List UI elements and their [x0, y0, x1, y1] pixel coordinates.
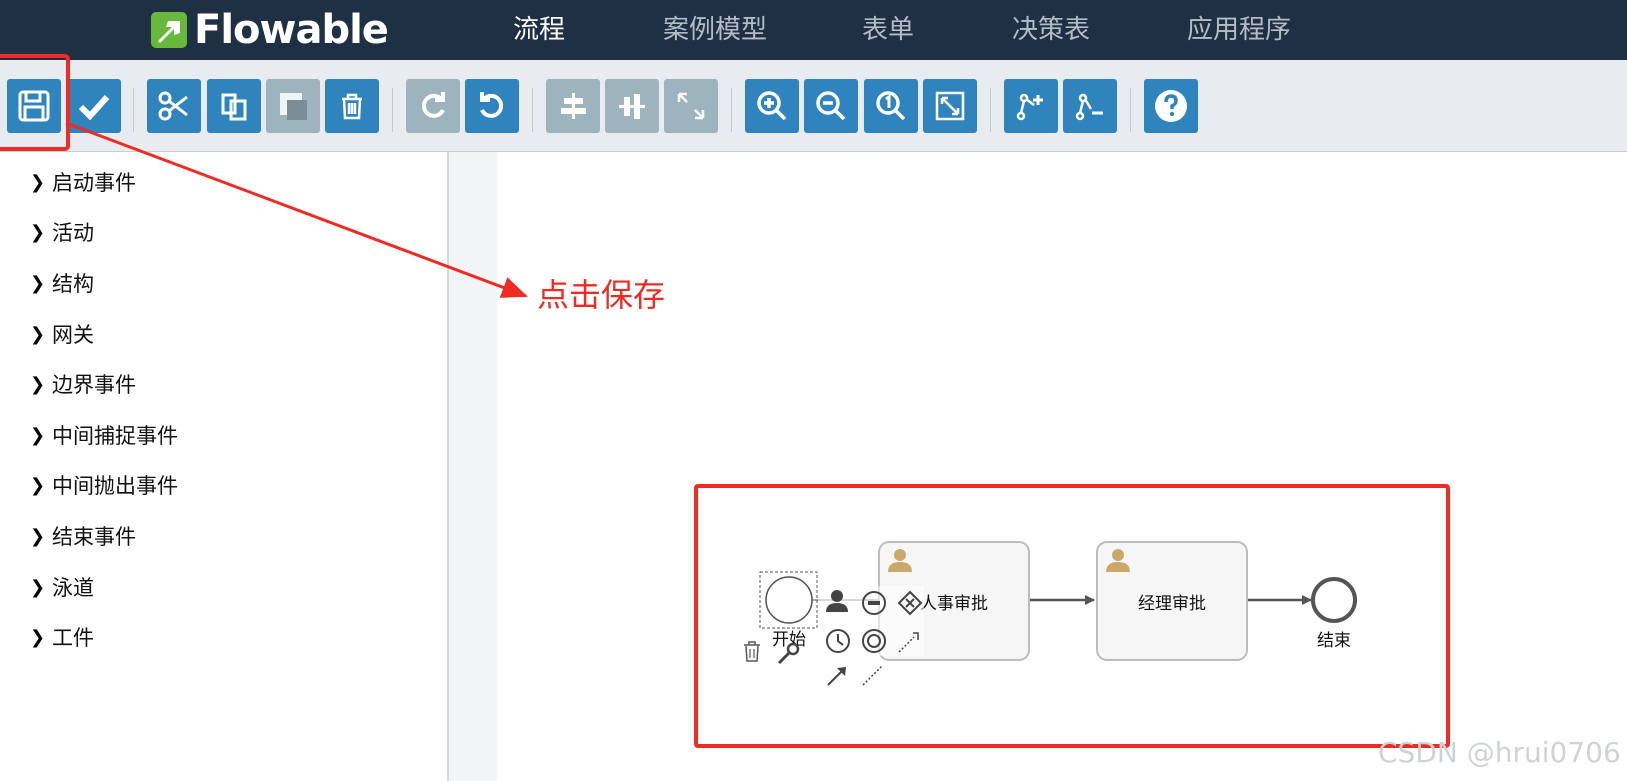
user-task-manager-approval[interactable]: 经理审批 — [1096, 541, 1248, 661]
palette-group-label: 中间捕捉事件 — [52, 424, 178, 448]
zoom-in-icon — [757, 91, 787, 121]
chevron-right-icon: ❯ — [30, 272, 46, 294]
flowable-logo[interactable]: Flowable — [150, 7, 389, 53]
nav-tab-case-model[interactable]: 案例模型 — [663, 14, 767, 46]
palette-group-label: 结束事件 — [52, 525, 136, 549]
chevron-right-icon: ❯ — [30, 171, 46, 193]
end-event-label: 结束 — [1317, 631, 1351, 651]
zoom-fit-icon — [935, 91, 965, 121]
zoom-in-button[interactable] — [745, 79, 799, 133]
flowable-logo-icon — [151, 12, 187, 48]
chevron-right-icon: ❯ — [30, 474, 46, 496]
diagram-canvas[interactable] — [497, 152, 1627, 781]
palette-group-start-events[interactable]: ❯ 启动事件 — [30, 168, 136, 196]
help-icon — [1155, 90, 1187, 122]
palette-group-end-events[interactable]: ❯ 结束事件 — [30, 522, 136, 550]
task-label: 人事审批 — [920, 593, 988, 614]
add-bendpoint-icon — [1016, 93, 1043, 121]
palette-group-label: 中间抛出事件 — [52, 474, 178, 498]
nav-tab-decision-table[interactable]: 决策表 — [1012, 14, 1090, 46]
align-horizontal-icon — [561, 93, 586, 119]
zoom-out-icon — [816, 91, 846, 121]
undo-icon — [480, 92, 504, 118]
paste-button[interactable] — [266, 79, 320, 133]
scissors-icon — [158, 91, 188, 121]
delete-button[interactable] — [325, 79, 379, 133]
same-size-button[interactable] — [664, 79, 718, 133]
copy-icon — [221, 93, 247, 121]
chevron-right-icon: ❯ — [30, 373, 46, 395]
zoom-actual-icon — [876, 91, 906, 121]
remove-bendpoint-icon — [1075, 93, 1103, 121]
palette-group-boundary-events[interactable]: ❯ 边界事件 — [30, 370, 136, 398]
redo-icon — [421, 92, 445, 118]
undo-button[interactable] — [465, 79, 519, 133]
watermark: CSDN @hrui0706 — [1378, 736, 1621, 769]
palette-group-label: 结构 — [52, 272, 94, 296]
toolbar-separator — [1130, 88, 1131, 132]
toolbar-separator — [133, 88, 134, 132]
chevron-right-icon: ❯ — [30, 525, 46, 547]
save-button[interactable] — [7, 79, 61, 133]
redo-button[interactable] — [406, 79, 460, 133]
toolbar-separator — [392, 88, 393, 132]
checkmark-icon — [78, 94, 110, 121]
chevron-right-icon: ❯ — [30, 323, 46, 345]
palette-group-label: 边界事件 — [52, 373, 136, 397]
align-vertical-icon — [619, 94, 645, 119]
help-button[interactable] — [1144, 79, 1198, 133]
toolbar-separator — [990, 88, 991, 132]
annotation-text: 点击保存 — [537, 276, 666, 314]
align-horizontal-button[interactable] — [546, 79, 600, 133]
nav-tab-apps[interactable]: 应用程序 — [1187, 14, 1291, 46]
palette-group-activities[interactable]: ❯ 活动 — [30, 218, 94, 246]
palette-group-gateways[interactable]: ❯ 网关 — [30, 320, 94, 348]
palette-group-intermediate-throw-events[interactable]: ❯ 中间抛出事件 — [30, 471, 178, 499]
palette-group-label: 网关 — [52, 323, 94, 347]
user-icon — [1106, 549, 1130, 572]
nav-tab-forms[interactable]: 表单 — [862, 14, 914, 46]
user-icon — [888, 549, 912, 572]
zoom-actual-size-button[interactable] — [864, 79, 918, 133]
palette-group-swimlanes[interactable]: ❯ 泳道 — [30, 573, 94, 601]
save-icon — [18, 90, 50, 122]
palette-group-artifacts[interactable]: ❯ 工件 — [30, 623, 94, 651]
toolbar-separator — [731, 88, 732, 132]
palette-group-label: 活动 — [52, 221, 94, 245]
paste-icon — [280, 93, 307, 120]
cut-button[interactable] — [147, 79, 201, 133]
align-vertical-button[interactable] — [605, 79, 659, 133]
shape-palette: ❯ 启动事件 ❯ 活动 ❯ 结构 ❯ 网关 ❯ 边界事件 ❯ 中间捕捉事件 ❯ … — [0, 152, 449, 781]
logo-text: Flowable — [194, 7, 389, 53]
chevron-right-icon: ❯ — [30, 424, 46, 446]
canvas-gutter — [449, 152, 497, 781]
toolbar-separator — [532, 88, 533, 132]
validate-button[interactable] — [67, 79, 121, 133]
chevron-right-icon: ❯ — [30, 626, 46, 648]
zoom-fit-button[interactable] — [923, 79, 977, 133]
palette-group-structural[interactable]: ❯ 结构 — [30, 269, 94, 297]
top-nav-bar: Flowable 流程 案例模型 表单 决策表 应用程序 — [0, 0, 1627, 67]
palette-group-label: 工件 — [52, 626, 94, 650]
chevron-right-icon: ❯ — [30, 576, 46, 598]
chevron-right-icon: ❯ — [30, 221, 46, 243]
trash-icon — [342, 93, 362, 120]
palette-group-label: 泳道 — [52, 576, 94, 600]
copy-button[interactable] — [207, 79, 261, 133]
add-bendpoint-button[interactable] — [1004, 79, 1058, 133]
zoom-out-button[interactable] — [804, 79, 858, 133]
remove-bendpoint-button[interactable] — [1063, 79, 1117, 133]
task-label: 经理审批 — [1138, 593, 1206, 614]
start-event-label: 开始 — [772, 630, 806, 650]
nav-tab-process[interactable]: 流程 — [513, 14, 565, 46]
palette-group-intermediate-catch-events[interactable]: ❯ 中间捕捉事件 — [30, 421, 178, 449]
palette-group-label: 启动事件 — [52, 171, 136, 195]
same-size-icon — [677, 92, 705, 120]
user-task-hr-approval[interactable]: 人事审批 — [878, 541, 1030, 661]
